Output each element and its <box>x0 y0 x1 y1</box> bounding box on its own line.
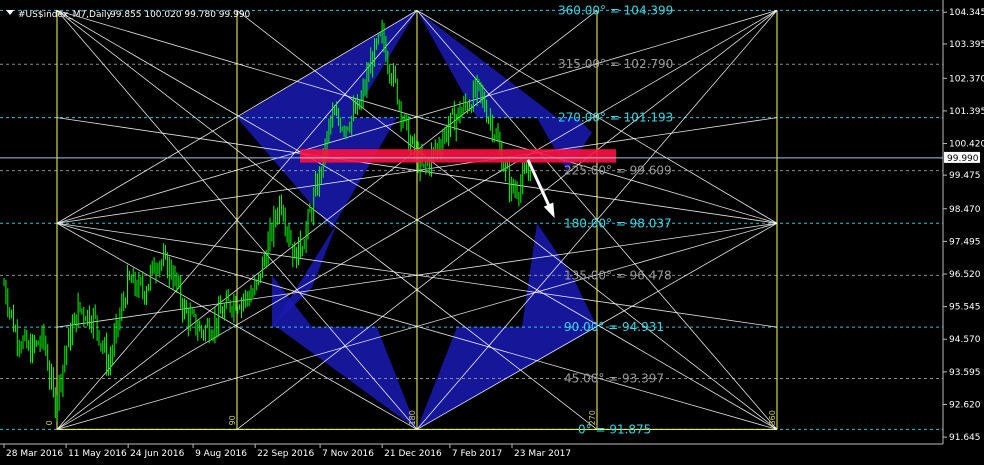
chart-header[interactable]: #US$index_M7,Daily 99.855 100.020 99.780… <box>6 10 251 20</box>
gann-chart[interactable]: 0° = 91.87545.00° = 93.39790.00° = 94.93… <box>0 0 984 465</box>
price-tick-label: 100.420 <box>949 140 984 150</box>
current-price-label: 99.990 <box>947 154 979 164</box>
price-tick-label: 103.395 <box>949 40 984 50</box>
price-tick-label: 102.370 <box>949 74 984 84</box>
gann-level-label: 360.00° = 104.399 <box>558 3 673 17</box>
price-tick-label: 104.345 <box>949 8 984 18</box>
vertical-degree-label: 180 <box>408 410 417 425</box>
gann-level-label: 45.00° = 93.397 <box>564 371 664 385</box>
time-tick-label: 22 Sep 2016 <box>257 449 314 459</box>
gann-level-label: 315.00° = 102.790 <box>558 57 673 71</box>
price-tick-label: 95.545 <box>949 303 981 313</box>
vertical-degree-label: 270 <box>588 410 597 425</box>
price-tick-label: 97.495 <box>949 237 981 247</box>
gann-level-label: 270.00° = 101.193 <box>558 111 673 125</box>
gann-level-labels: 0° = 91.87545.00° = 93.39790.00° = 94.93… <box>558 3 673 436</box>
vertical-degree-label: 90 <box>228 415 237 425</box>
price-tick-label: 91.645 <box>949 433 981 443</box>
gann-level-label: 180.00° = 98.037 <box>564 216 672 230</box>
gann-level-label: 225.00° = 99.609 <box>564 164 672 178</box>
price-tick-label: 98.470 <box>949 205 981 215</box>
time-tick-label: 7 Nov 2016 <box>322 449 374 459</box>
vertical-degree-label: 360 <box>768 410 777 425</box>
time-tick-label: 24 Jun 2016 <box>130 449 184 459</box>
time-tick-label: 11 May 2016 <box>68 449 127 459</box>
price-tick-label: 99.475 <box>949 171 981 181</box>
price-tick-label: 101.395 <box>949 107 984 117</box>
ohlc-values: 99.855 100.020 99.780 99.990 <box>110 10 251 20</box>
time-tick-label: 23 Mar 2017 <box>514 449 571 459</box>
time-tick-label: 7 Feb 2017 <box>452 449 502 459</box>
price-tick-label: 93.595 <box>949 368 981 378</box>
resistance-zone[interactable] <box>300 149 616 163</box>
price-tick-label: 94.570 <box>949 335 981 345</box>
time-tick-label: 21 Dec 2016 <box>384 449 442 459</box>
resistance-zone-rect <box>300 149 616 163</box>
price-tick-label: 92.620 <box>949 400 981 410</box>
gann-level-label: 135.00° = 96.478 <box>564 268 672 282</box>
gann-level-label: 90.00° = 94.931 <box>564 320 664 334</box>
vertical-degree-label: 0 <box>45 420 54 425</box>
time-tick-label: 9 Aug 2016 <box>195 449 247 459</box>
time-tick-label: 28 Mar 2016 <box>6 449 63 459</box>
price-tick-label: 96.520 <box>949 270 981 280</box>
symbol-label: #US$index_M7,Daily <box>18 10 112 20</box>
